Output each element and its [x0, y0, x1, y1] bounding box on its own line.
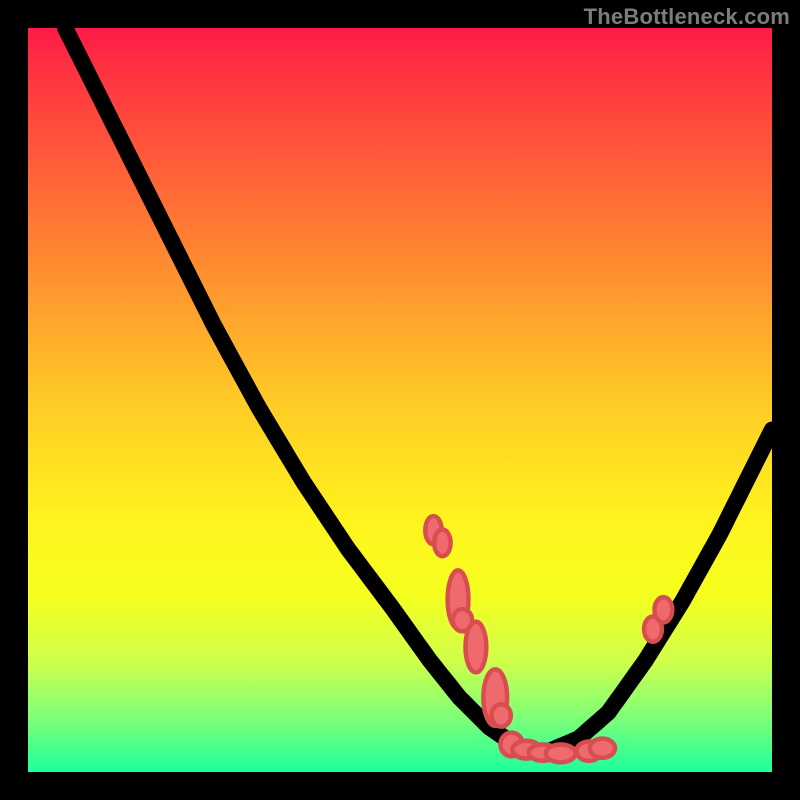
chart-svg — [28, 28, 772, 772]
data-marker — [654, 597, 672, 622]
data-marker — [492, 704, 511, 726]
watermark-text: TheBottleneck.com — [584, 4, 790, 30]
data-marker — [546, 744, 576, 762]
data-markers — [425, 516, 672, 762]
chart-frame — [28, 28, 772, 772]
bottleneck-curve — [65, 28, 772, 752]
data-marker — [465, 622, 486, 673]
data-marker — [590, 739, 615, 758]
data-marker — [434, 529, 450, 556]
